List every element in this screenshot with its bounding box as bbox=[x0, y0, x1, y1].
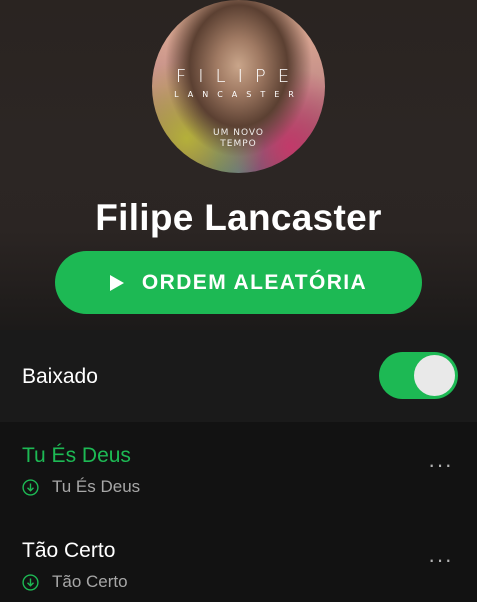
downloaded-label: Baixado bbox=[22, 365, 98, 388]
track-title: Tu És Deus bbox=[22, 444, 131, 467]
track-subline: Tu És Deus bbox=[22, 477, 140, 497]
downloaded-toggle[interactable] bbox=[379, 352, 458, 399]
album-cover[interactable]: FILIPE LANCASTER UM NOVO TEMPO bbox=[152, 0, 325, 173]
shuffle-play-label: ORDEM ALEATÓRIA bbox=[141, 270, 368, 294]
more-options-icon[interactable]: ··· bbox=[428, 452, 453, 478]
play-icon bbox=[109, 274, 124, 291]
more-options-icon[interactable]: ··· bbox=[428, 547, 453, 573]
track-subline: Tão Certo bbox=[22, 572, 128, 592]
cover-album-name: UM NOVO TEMPO bbox=[152, 128, 325, 150]
cover-subtitle: LANCASTER bbox=[174, 90, 303, 99]
downloaded-icon bbox=[22, 573, 39, 591]
downloaded-icon bbox=[22, 478, 39, 496]
track-row[interactable]: Tão Certo Tão Certo ··· bbox=[0, 517, 477, 602]
track-artist: Tão Certo bbox=[52, 572, 128, 591]
shuffle-play-button[interactable]: ORDEM ALEATÓRIA bbox=[55, 251, 422, 314]
track-row[interactable]: Tu És Deus Tu És Deus ··· bbox=[0, 422, 477, 512]
cover-album-line2: TEMPO bbox=[220, 139, 257, 149]
track-title: Tão Certo bbox=[22, 539, 116, 562]
cover-album-line1: UM NOVO bbox=[213, 128, 264, 138]
track-artist: Tu És Deus bbox=[52, 477, 141, 496]
toggle-knob bbox=[414, 355, 455, 396]
artist-name: Filipe Lancaster bbox=[95, 197, 382, 238]
cover-title: FILIPE bbox=[175, 66, 302, 87]
